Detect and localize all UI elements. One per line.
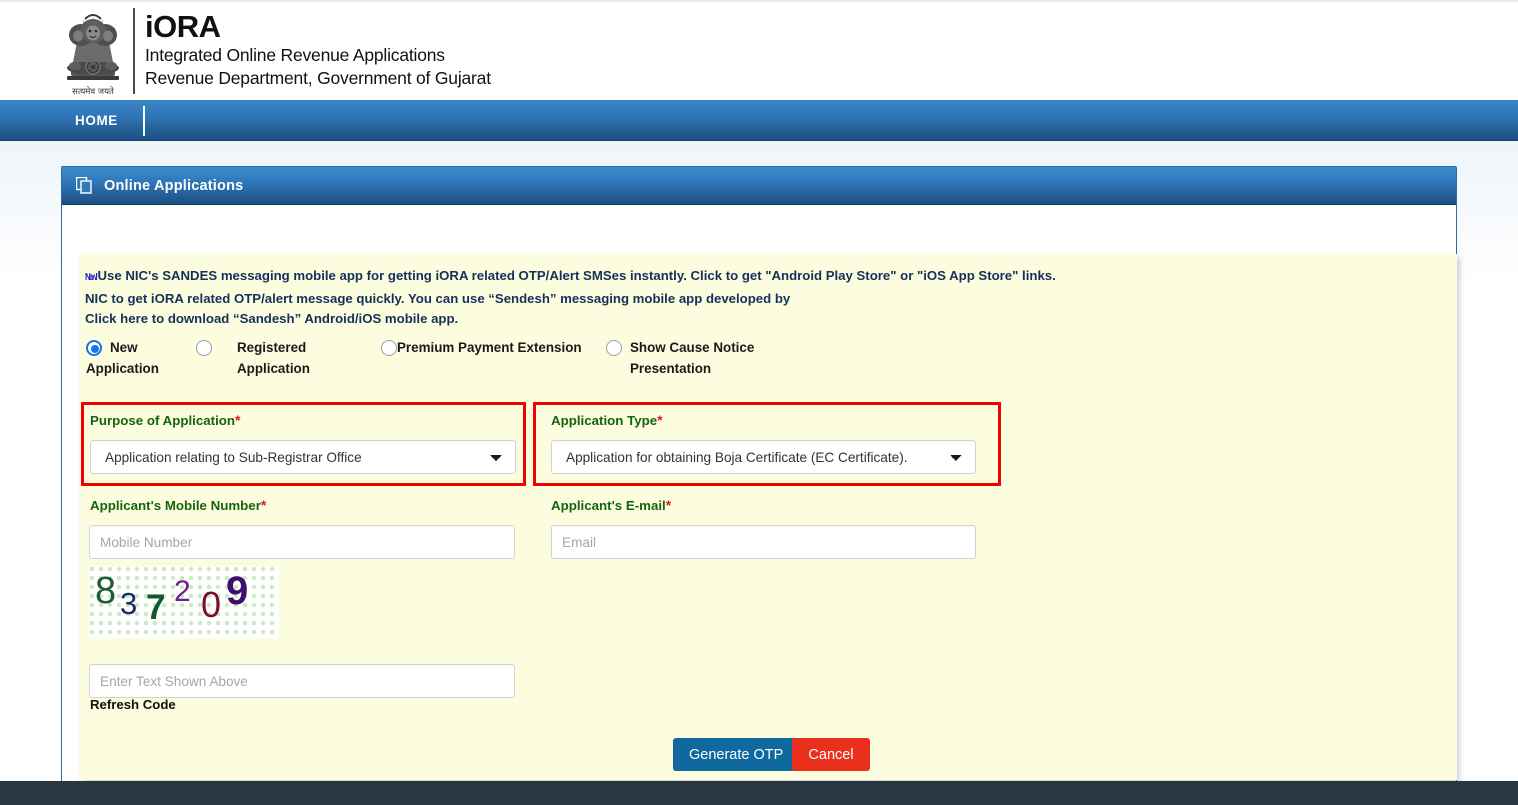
radio-label-line1: New <box>110 340 138 355</box>
purpose-of-application-select[interactable]: Application relating to Sub-Registrar Of… <box>90 440 516 474</box>
purpose-label: Purpose of Application* <box>90 412 241 428</box>
email-required-asterisk: * <box>665 497 672 513</box>
notice-line-2: NIC to get iORA related OTP/alert messag… <box>85 290 791 306</box>
radio-show-cause-notice-presentation[interactable]: Show Cause Notice Presentation <box>606 337 806 379</box>
application-type-required-asterisk: * <box>657 412 663 428</box>
sandes-notice: New! Use NIC's SANDES messaging mobile ap… <box>79 254 1457 330</box>
radio-label-line2: Premium Payment Extension <box>397 340 582 355</box>
captcha-digit: 3 <box>120 586 138 621</box>
radio-premium-payment-extension[interactable]: Premium Payment Extension <box>381 337 601 358</box>
purpose-required-asterisk: * <box>235 412 241 428</box>
radio-label-line2: Presentation <box>630 361 712 376</box>
notice-line-1: New! Use NIC's SANDES messaging mobile ap… <box>85 266 1457 289</box>
site-header: सत्यमेव जयते iORA Integrated Online Reve… <box>0 0 1518 100</box>
captcha-digit: 0 <box>201 584 222 625</box>
notice-line-3: Click here to download “Sandesh” Android… <box>85 311 459 326</box>
radio-indicator[interactable] <box>381 340 397 356</box>
email-label-text: Applicant's E-mail <box>551 498 666 513</box>
radio-indicator[interactable] <box>196 340 212 356</box>
application-type-label-text: Application Type <box>551 413 658 428</box>
panel-header: Online Applications <box>62 167 1456 205</box>
application-type-label: Application Type* <box>551 412 663 428</box>
brand-text-block: iORA Integrated Online Revenue Applicati… <box>145 6 491 90</box>
email-input[interactable] <box>551 525 976 559</box>
radio-indicator[interactable] <box>606 340 622 356</box>
notice-text-1: Use NIC's SANDES messaging mobile app fo… <box>97 268 1056 283</box>
content-area: Online Applications New! Use NIC's SANDES… <box>0 141 1518 805</box>
cancel-button[interactable]: Cancel <box>792 738 870 771</box>
application-type-select[interactable]: Application for obtaining Boja Certifica… <box>551 440 976 474</box>
captcha-input[interactable] <box>89 664 515 698</box>
main-navbar: HOME <box>0 100 1518 141</box>
radio-label-show-cause-notice: Show Cause Notice Presentation <box>606 337 806 379</box>
generate-otp-button[interactable]: Generate OTP <box>673 738 800 771</box>
radio-label-premium-payment-extension: Premium Payment Extension <box>381 337 601 358</box>
radio-label-registered-application: Registered Application <box>196 337 376 379</box>
ashoka-lion-capital-emblem-icon: सत्यमेव जयते <box>57 6 129 98</box>
site-title: iORA <box>145 9 221 44</box>
brand-block: सत्यमेव जयते iORA Integrated Online Reve… <box>57 6 491 98</box>
captcha-digit: 8 <box>95 570 117 612</box>
nav-separator <box>143 106 145 136</box>
captcha-digit: 9 <box>226 569 249 613</box>
copy-pages-icon <box>76 177 93 194</box>
emblem-motto: सत्यमेव जयते <box>72 86 114 97</box>
radio-label-line2: Registered Application <box>237 340 310 376</box>
mobile-required-asterisk: * <box>260 497 267 513</box>
radio-registered-application[interactable]: Registered Application <box>196 337 376 379</box>
radio-label-line1: Show Cause Notice <box>630 340 755 355</box>
mobile-number-input[interactable] <box>89 525 515 559</box>
footer-strip <box>0 781 1518 805</box>
site-subtitle-line1: Integrated Online Revenue Applications <box>145 45 445 65</box>
site-subtitle-line2: Revenue Department, Government of Gujara… <box>145 68 491 88</box>
mobile-number-label: Applicant's Mobile Number* <box>90 497 266 513</box>
new-badge: New! <box>85 272 98 283</box>
online-applications-panel: Online Applications New! Use NIC's SANDES… <box>61 166 1457 805</box>
brand-divider <box>133 8 135 94</box>
captcha-image: 8 3 7 2 0 9 <box>89 566 279 638</box>
refresh-code-link[interactable]: Refresh Code <box>90 697 176 712</box>
page-root: सत्यमेव जयते iORA Integrated Online Reve… <box>0 0 1518 805</box>
email-label: Applicant's E-mail* <box>551 497 671 513</box>
application-form: New! Use NIC's SANDES messaging mobile ap… <box>79 254 1457 780</box>
captcha-digit: 2 <box>174 575 191 608</box>
mobile-number-label-text: Applicant's Mobile Number <box>90 498 261 513</box>
application-mode-radio-group: New Application Registered Application P… <box>86 337 1386 385</box>
radio-indicator[interactable] <box>86 340 102 356</box>
panel-title: Online Applications <box>104 177 244 194</box>
nav-item-home[interactable]: HOME <box>75 100 118 141</box>
purpose-label-text: Purpose of Application <box>90 413 236 428</box>
captcha-digit: 7 <box>146 588 166 627</box>
